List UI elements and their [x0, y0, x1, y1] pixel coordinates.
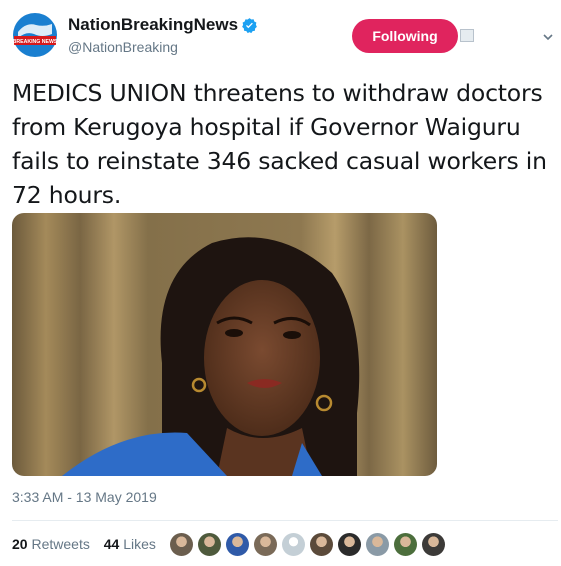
liker-avatar-avatar-7[interactable]	[338, 533, 361, 556]
tweet-text: MEDICS UNION threatens to withdraw docto…	[12, 79, 547, 209]
liker-avatar-avatar-8[interactable]	[366, 533, 389, 556]
retweets-count: 20	[12, 536, 28, 552]
following-button[interactable]: Following	[352, 19, 458, 53]
author-avatar[interactable]: BREAKING NEWS	[12, 12, 58, 58]
chevron-down-icon[interactable]	[542, 32, 554, 42]
photo-woman-portrait	[12, 213, 437, 476]
liker-avatar-avatar-default[interactable]	[282, 533, 305, 556]
retweets-label: Retweets	[31, 536, 90, 552]
liker-avatar-avatar-2[interactable]	[198, 533, 221, 556]
author-handle[interactable]: @NationBreaking	[68, 39, 258, 55]
author-name-block[interactable]: NationBreakingNews @NationBreaking	[68, 15, 258, 55]
likes-stat[interactable]: 44 Likes	[104, 536, 156, 552]
likes-count: 44	[103, 536, 120, 552]
globe-logo-icon: BREAKING NEWS	[13, 13, 58, 57]
retweets-stat[interactable]: 20 Retweets	[12, 536, 90, 552]
tweet-timestamp[interactable]: 3:33 AM - 13 May 2019	[12, 489, 157, 505]
notification-bell-icon[interactable]	[460, 29, 474, 42]
verified-badge-icon	[242, 17, 257, 33]
liker-avatar-avatar-10[interactable]	[422, 533, 445, 556]
liker-avatar-avatar-9[interactable]	[394, 533, 417, 556]
author-display-name[interactable]: NationBreakingNews	[68, 15, 238, 35]
tweet-stats: 20 Retweets 44 Likes	[12, 536, 166, 552]
liker-avatars	[170, 533, 450, 557]
tweet-photo[interactable]	[12, 213, 437, 476]
liker-avatar-avatar-3[interactable]	[226, 533, 249, 556]
liker-avatar-avatar-4[interactable]	[254, 533, 277, 556]
likes-label: Likes	[123, 536, 156, 552]
avatar-logo-text: BREAKING NEWS	[13, 39, 58, 45]
liker-avatar-avatar-6[interactable]	[310, 533, 333, 556]
tweet-header: BREAKING NEWS NationBreakingNews @Nation…	[12, 10, 554, 62]
divider	[12, 520, 558, 521]
liker-avatar-avatar-1[interactable]	[170, 533, 193, 556]
